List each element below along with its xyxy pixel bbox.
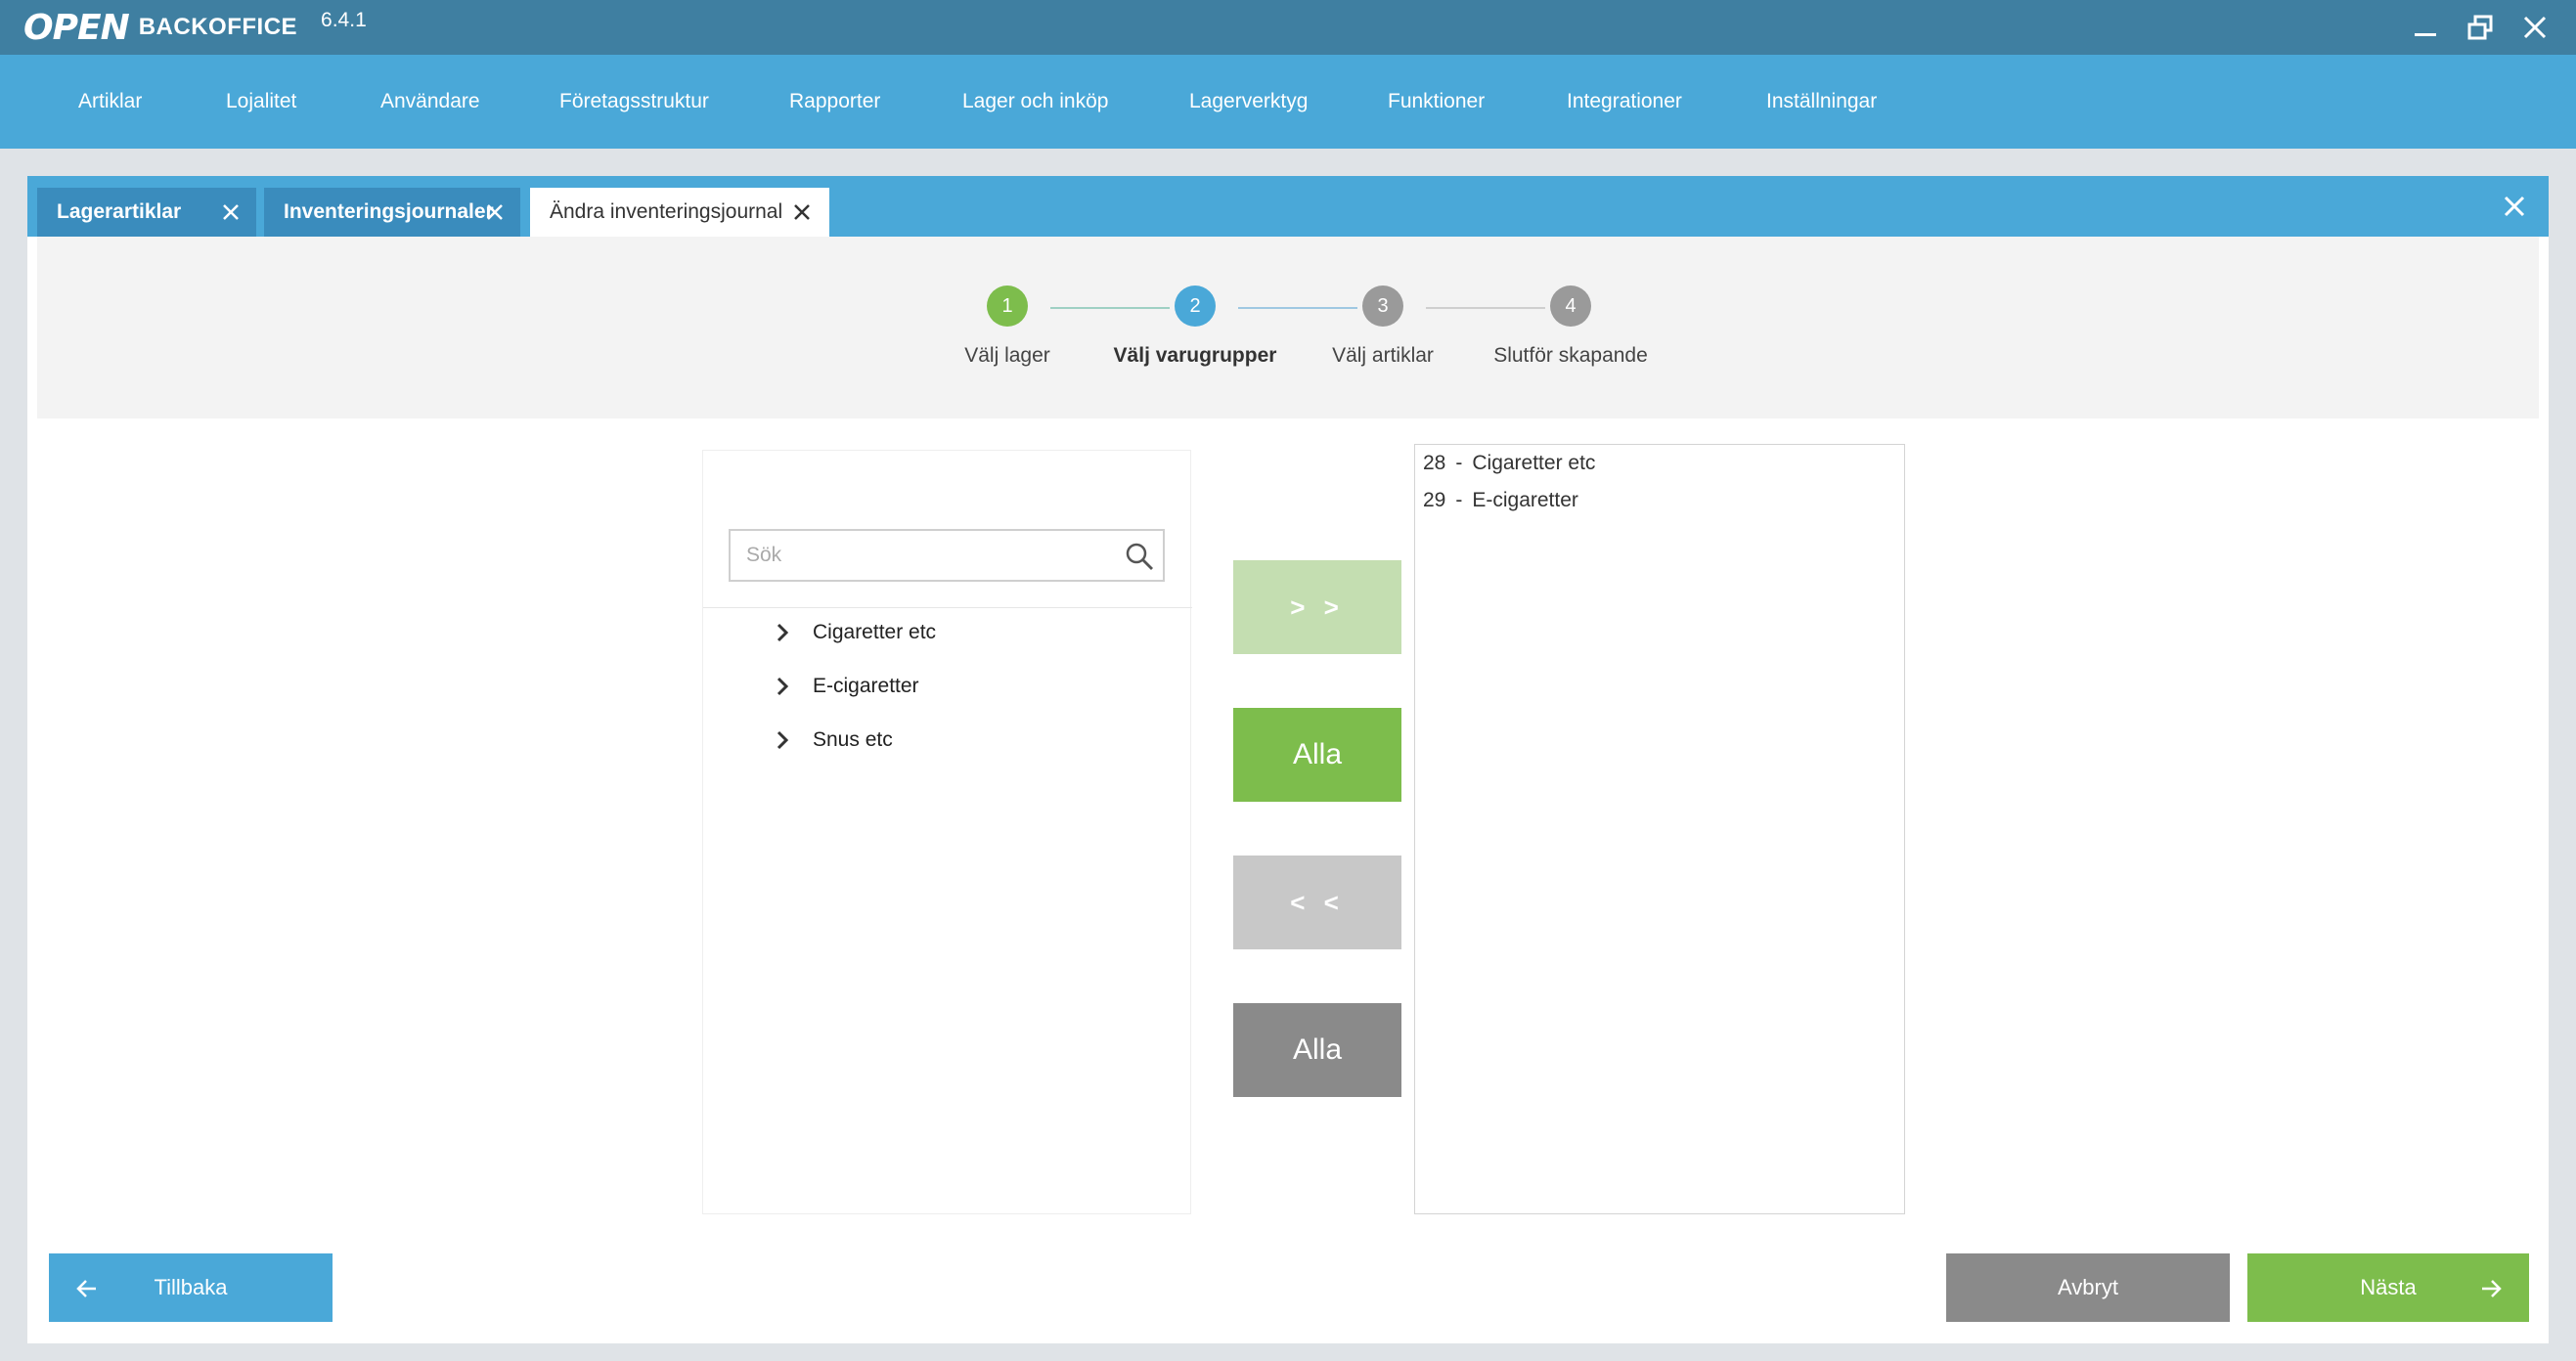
wizard-stepper: 1 Välj lager 2 Välj varugrupper 3 Välj a…: [37, 237, 2539, 418]
tree-item-label: Snus etc: [813, 728, 893, 751]
window-controls: [2404, 8, 2556, 47]
available-groups-list: Cigaretter etc E-cigaretter Snus etc: [702, 450, 1192, 1214]
menu-item-installningar[interactable]: Inställningar: [1766, 90, 1877, 113]
separator: -: [1455, 489, 1463, 511]
restore-button[interactable]: [2459, 8, 2502, 47]
tab-strip: Lagerartiklar Inventeringsjournaler Ändr…: [27, 176, 2549, 237]
logo-mark: OPEN: [23, 7, 130, 48]
main-menu: Artiklar Lojalitet Användare Företagsstr…: [0, 55, 2576, 149]
title-bar: OPEN BACKOFFICE 6.4.1: [0, 0, 2576, 55]
add-selected-button[interactable]: > >: [1233, 560, 1401, 654]
close-icon[interactable]: [790, 200, 814, 224]
step-circle: 4: [1550, 285, 1591, 327]
tab-label: Lagerartiklar: [57, 200, 182, 223]
group-code: 29: [1423, 489, 1446, 511]
separator: -: [1455, 452, 1463, 474]
step-1[interactable]: 1 Välj lager: [910, 285, 1105, 368]
menu-item-lagerverktyg[interactable]: Lagerverktyg: [1189, 90, 1308, 113]
remove-selected-label: < <: [1290, 887, 1345, 917]
back-label: Tillbaka: [154, 1275, 228, 1299]
remove-selected-button[interactable]: < <: [1233, 856, 1401, 949]
menu-item-anvandare[interactable]: Användare: [380, 90, 480, 113]
minimize-button[interactable]: [2404, 8, 2447, 47]
menu-item-rapporter[interactable]: Rapporter: [789, 90, 880, 113]
group-name: E-cigaretter: [1472, 489, 1578, 511]
chevron-right-icon[interactable]: [772, 729, 793, 751]
back-button[interactable]: Tillbaka: [49, 1253, 333, 1322]
remove-all-label: Alla: [1292, 1033, 1343, 1066]
search-input[interactable]: [746, 541, 1098, 570]
group-code: 28: [1423, 452, 1446, 474]
tab-label: Inventeringsjournaler: [284, 200, 494, 223]
selected-groups-list: 28 - Cigaretter etc 29 - E-cigaretter: [1414, 444, 1905, 1214]
app-title: BACKOFFICE: [138, 14, 298, 40]
search-icon[interactable]: [1124, 541, 1155, 572]
close-window-button[interactable]: [2513, 8, 2556, 47]
menu-item-integrationer[interactable]: Integrationer: [1567, 90, 1682, 113]
add-all-label: Alla: [1292, 738, 1343, 770]
selected-item-29[interactable]: 29 - E-cigaretter: [1423, 484, 1578, 517]
tree-item-e-cigaretter[interactable]: E-cigaretter: [772, 667, 919, 706]
step-4[interactable]: 4 Slutför skapande: [1473, 285, 1668, 368]
tree-item-label: Cigaretter etc: [813, 621, 937, 643]
chevron-right-icon[interactable]: [772, 676, 793, 697]
arrow-right-icon: [2482, 1280, 2502, 1297]
step-3[interactable]: 3 Välj artiklar: [1285, 285, 1481, 368]
tab-label: Ändra inventeringsjournal: [550, 200, 783, 223]
close-icon: [2523, 16, 2547, 39]
arrow-left-icon: [76, 1280, 96, 1297]
close-panel-icon[interactable]: [2502, 194, 2527, 219]
restore-icon: [2467, 15, 2493, 40]
menu-item-lojalitet[interactable]: Lojalitet: [226, 90, 296, 113]
app-version: 6.4.1: [321, 9, 367, 31]
tab-andra-inventeringsjournal[interactable]: Ändra inventeringsjournal: [530, 188, 829, 237]
tab-inventeringsjournaler[interactable]: Inventeringsjournaler: [264, 188, 520, 237]
cancel-label: Avbryt: [2058, 1275, 2118, 1299]
add-all-button[interactable]: Alla: [1233, 708, 1401, 802]
menu-item-funktioner[interactable]: Funktioner: [1388, 90, 1485, 113]
tree-item-label: E-cigaretter: [813, 675, 919, 697]
minimize-icon: [2415, 33, 2436, 36]
tree-item-snus[interactable]: Snus etc: [772, 721, 893, 760]
close-icon[interactable]: [483, 200, 507, 224]
step-circle: 1: [987, 285, 1028, 327]
main-panel: Lagerartiklar Inventeringsjournaler Ändr…: [27, 176, 2549, 1343]
search-box: [729, 529, 1165, 582]
step-2[interactable]: 2 Välj varugrupper: [1097, 285, 1293, 368]
add-selected-label: > >: [1290, 592, 1345, 622]
step-label: Slutför skapande: [1493, 344, 1648, 367]
cancel-button[interactable]: Avbryt: [1946, 1253, 2230, 1322]
next-label: Nästa: [2360, 1275, 2417, 1299]
group-name: Cigaretter etc: [1472, 452, 1596, 474]
next-button[interactable]: Nästa: [2247, 1253, 2529, 1322]
step-label: Välj lager: [964, 344, 1050, 367]
step-circle: 2: [1175, 285, 1216, 327]
tree-item-cigaretter[interactable]: Cigaretter etc: [772, 613, 936, 652]
app-logo: OPEN BACKOFFICE 6.4.1: [23, 8, 367, 48]
chevron-right-icon[interactable]: [772, 622, 793, 643]
step-label: Välj varugrupper: [1113, 344, 1277, 367]
menu-item-artiklar[interactable]: Artiklar: [78, 90, 142, 113]
list-divider: [703, 607, 1192, 608]
close-icon[interactable]: [219, 200, 243, 224]
remove-all-button[interactable]: Alla: [1233, 1003, 1401, 1097]
step-label: Välj artiklar: [1332, 344, 1434, 367]
step-circle: 3: [1362, 285, 1403, 327]
tab-lagerartiklar[interactable]: Lagerartiklar: [37, 188, 256, 237]
menu-item-lager-och-inkop[interactable]: Lager och inköp: [962, 90, 1108, 113]
selected-item-28[interactable]: 28 - Cigaretter etc: [1423, 447, 1595, 480]
menu-item-foretagsstruktur[interactable]: Företagsstruktur: [559, 90, 709, 113]
